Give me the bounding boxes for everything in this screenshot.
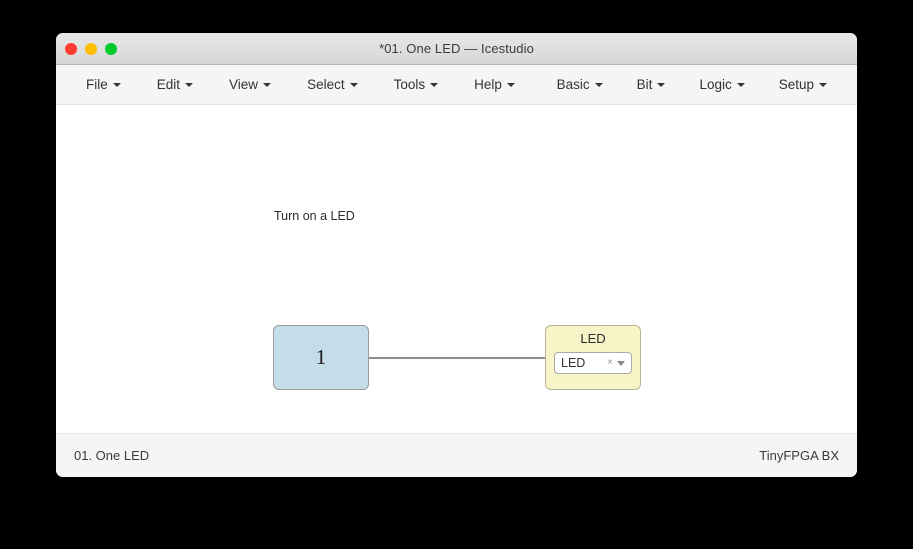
block-constant-value: 1 (315, 345, 327, 369)
chevron-down-icon (736, 82, 745, 87)
chevron-down-icon (819, 82, 827, 87)
chevron-down-icon (506, 82, 515, 87)
menu-item-edit[interactable]: Edit (149, 72, 201, 97)
status-board-name[interactable]: TinyFPGA BX (759, 448, 839, 463)
menu-group-right: Basic Bit Logic Setup (549, 72, 835, 97)
menu-item-select[interactable]: Select (299, 72, 366, 97)
block-constant[interactable]: 1 (273, 325, 369, 390)
menu-item-view[interactable]: View (221, 72, 279, 97)
menu-item-setup-label: Setup (778, 77, 814, 92)
canvas-note[interactable]: Turn on a LED (274, 209, 355, 223)
menu-item-logic-label: Logic (699, 77, 732, 92)
block-led-title: LED (580, 331, 606, 346)
chevron-down-icon (657, 82, 666, 87)
chevron-down-icon (112, 82, 121, 87)
clear-icon[interactable]: × (603, 358, 617, 368)
window-controls (65, 33, 117, 64)
menu-item-bit-label: Bit (636, 77, 653, 92)
window-title: *01. One LED — Icestudio (379, 41, 534, 56)
status-project-name: 01. One LED (74, 448, 150, 463)
chevron-down-icon (430, 82, 439, 87)
menu-item-help-label: Help (474, 77, 502, 92)
led-pin-select-value: LED (561, 356, 586, 370)
chevron-down-icon[interactable] (617, 360, 625, 366)
menu-item-tools-label: Tools (393, 77, 426, 92)
menu-item-view-label: View (229, 77, 259, 92)
menu-item-tools[interactable]: Tools (386, 72, 447, 97)
menu-item-file-label: File (86, 77, 108, 92)
chevron-down-icon (185, 82, 194, 87)
wire-connection[interactable] (369, 357, 555, 359)
menu-item-file[interactable]: File (78, 72, 129, 97)
menu-item-edit-label: Edit (156, 77, 181, 92)
menu-item-help[interactable]: Help (466, 72, 523, 97)
chevron-down-icon (594, 82, 603, 87)
chevron-down-icon (349, 82, 358, 87)
menu-item-bit[interactable]: Bit (629, 72, 674, 97)
menu-item-select-label: Select (307, 77, 345, 92)
schematic-canvas[interactable]: Turn on a LED 1 LED LED × (56, 105, 857, 433)
menu-group-left: File Edit View Select Tools Help (78, 72, 543, 97)
block-led[interactable]: LED LED × (545, 325, 641, 390)
title-bar: *01. One LED — Icestudio (56, 33, 857, 65)
menu-item-setup[interactable]: Setup (771, 72, 835, 97)
menu-item-logic[interactable]: Logic (691, 72, 752, 97)
chevron-down-icon (263, 82, 272, 87)
led-pin-select[interactable]: LED × (554, 352, 632, 374)
zoom-button[interactable] (105, 42, 117, 55)
minimize-button[interactable] (85, 42, 97, 55)
menu-item-basic-label: Basic (556, 77, 590, 92)
menu-item-basic[interactable]: Basic (549, 72, 611, 97)
status-bar: 01. One LED TinyFPGA BX (56, 433, 857, 477)
close-button[interactable] (65, 42, 77, 55)
menu-bar: File Edit View Select Tools Help Basic B… (56, 65, 857, 105)
app-window: *01. One LED — Icestudio File Edit View … (56, 33, 857, 477)
